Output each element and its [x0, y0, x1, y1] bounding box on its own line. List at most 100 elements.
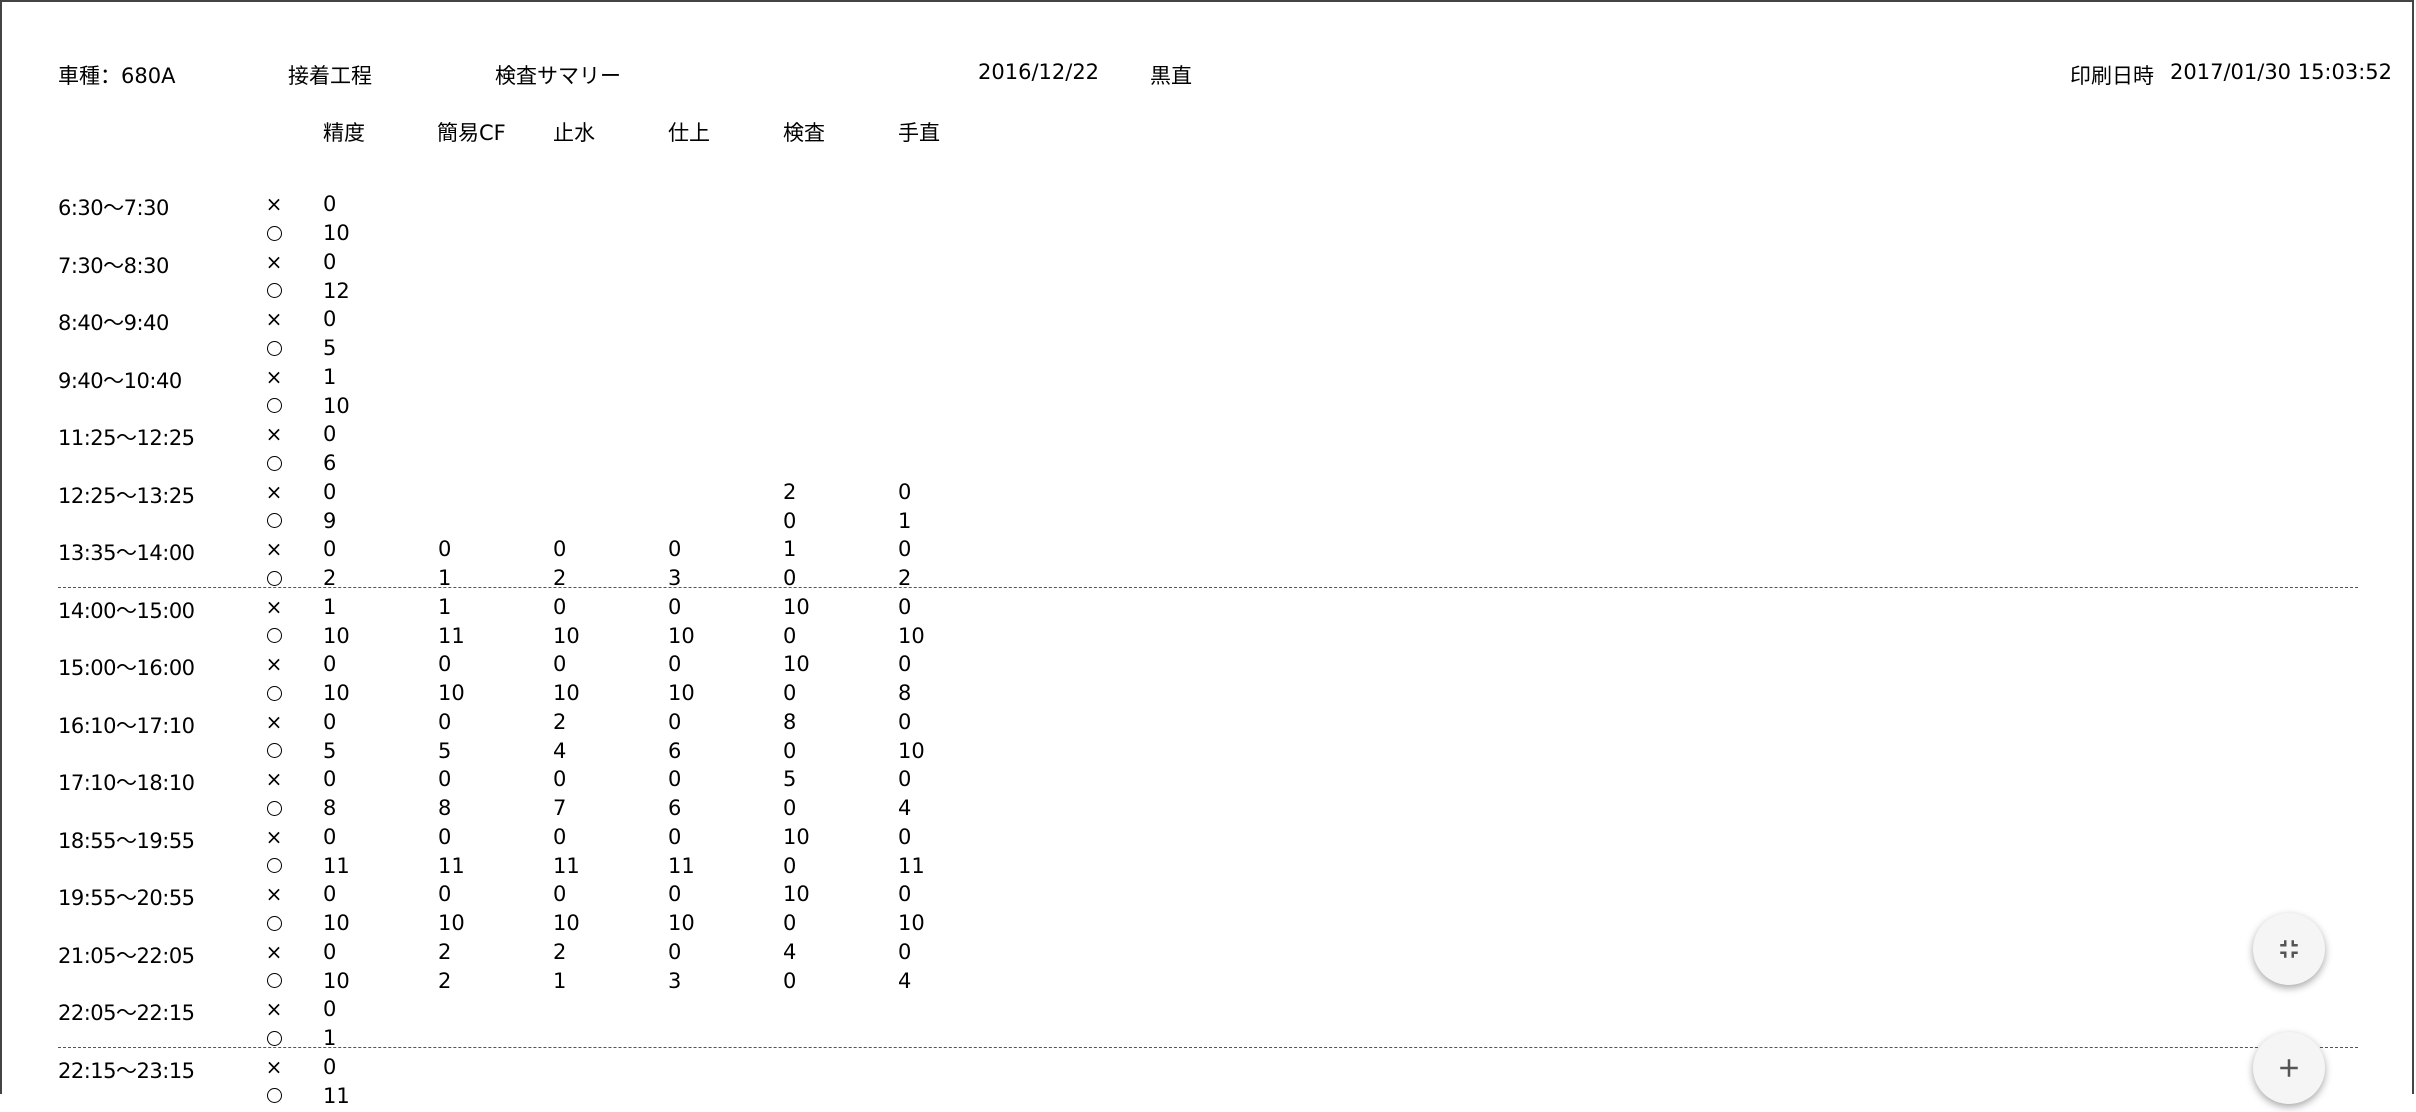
time-slot: 15:00〜16:00	[58, 652, 195, 682]
ng-count-inspection: 2	[783, 480, 796, 504]
ok-count-inspection: 0	[783, 969, 796, 993]
ng-count-rework: 0	[898, 480, 911, 504]
ok-count-rework: 11	[898, 854, 925, 878]
ok-count-precision: 8	[323, 796, 336, 820]
ng-mark: ×	[264, 652, 284, 676]
ok-count-rework: 4	[898, 796, 911, 820]
table-row: 21:05〜22:05×0220401021304	[0, 940, 2416, 998]
ng-count-rework: 0	[898, 537, 911, 561]
ok-count-simple-cf: 8	[438, 796, 451, 820]
table-row: 18:55〜19:55×000010011111111011	[0, 825, 2416, 883]
ng-count-rework: 0	[898, 882, 911, 906]
circle-icon	[267, 1031, 282, 1046]
ok-mark-icon	[264, 739, 284, 763]
time-slot: 13:35〜14:00	[58, 537, 195, 567]
print-label: 印刷日時	[2070, 60, 2154, 90]
ok-mark-icon	[264, 911, 284, 935]
ok-mark-icon	[264, 451, 284, 475]
time-slot: 19:55〜20:55	[58, 882, 195, 912]
table-row: 15:00〜16:00×00001001010101008	[0, 652, 2416, 710]
ok-count-waterproof: 11	[553, 854, 580, 878]
time-slot: 8:40〜9:40	[58, 307, 169, 337]
col-header-finishing: 仕上	[668, 117, 710, 147]
time-slot: 22:05〜22:15	[58, 997, 195, 1027]
ok-mark-icon	[264, 394, 284, 418]
table-row: 14:00〜15:00×110010010111010010	[0, 595, 2416, 653]
ng-count-rework: 0	[898, 940, 911, 964]
ng-mark: ×	[264, 537, 284, 561]
ok-count-finishing: 6	[668, 739, 681, 763]
ok-count-waterproof: 10	[553, 624, 580, 648]
circle-icon	[267, 628, 282, 643]
ng-count-simple-cf: 0	[438, 710, 451, 734]
ok-count-precision: 11	[323, 854, 350, 878]
table-row: 17:10〜18:10×000050887604	[0, 767, 2416, 825]
ng-count-waterproof: 0	[553, 595, 566, 619]
car-model: 車種：680A	[58, 60, 175, 90]
time-slot: 12:25〜13:25	[58, 480, 195, 510]
ng-count-precision: 0	[323, 767, 336, 791]
ng-mark: ×	[264, 480, 284, 504]
ok-mark-icon	[264, 681, 284, 705]
time-slot: 18:55〜19:55	[58, 825, 195, 855]
collapse-icon	[2274, 934, 2304, 964]
time-slot: 9:40〜10:40	[58, 365, 182, 395]
ng-mark: ×	[264, 307, 284, 331]
ok-count-precision: 11	[323, 1084, 350, 1108]
ng-count-precision: 0	[323, 997, 336, 1021]
circle-icon	[267, 686, 282, 701]
ng-count-precision: 1	[323, 365, 336, 389]
circle-icon	[267, 858, 282, 873]
circle-icon	[267, 283, 282, 298]
ng-mark: ×	[264, 1055, 284, 1079]
operator-name: 黒直	[1150, 60, 1192, 90]
ok-count-waterproof: 10	[553, 681, 580, 705]
ng-mark: ×	[264, 250, 284, 274]
ok-count-finishing: 3	[668, 969, 681, 993]
collapse-button[interactable]	[2253, 913, 2325, 985]
ng-mark: ×	[264, 825, 284, 849]
ok-count-rework: 10	[898, 739, 925, 763]
ok-mark-icon	[264, 796, 284, 820]
ng-mark: ×	[264, 997, 284, 1021]
ok-count-inspection: 0	[783, 911, 796, 935]
ng-count-waterproof: 0	[553, 825, 566, 849]
ok-count-precision: 10	[323, 221, 350, 245]
ng-count-simple-cf: 0	[438, 882, 451, 906]
ok-mark-icon	[264, 1084, 284, 1108]
shift-separator	[58, 587, 2358, 588]
ng-count-precision: 0	[323, 825, 336, 849]
ng-count-rework: 0	[898, 652, 911, 676]
ng-count-waterproof: 0	[553, 882, 566, 906]
ok-count-rework: 10	[898, 624, 925, 648]
time-slot: 11:25〜12:25	[58, 422, 195, 452]
ng-count-precision: 0	[323, 250, 336, 274]
ng-count-waterproof: 0	[553, 767, 566, 791]
ng-count-inspection: 4	[783, 940, 796, 964]
ok-count-simple-cf: 5	[438, 739, 451, 763]
ng-count-precision: 0	[323, 480, 336, 504]
ok-count-precision: 10	[323, 681, 350, 705]
ng-count-finishing: 0	[668, 882, 681, 906]
ng-count-waterproof: 0	[553, 537, 566, 561]
ok-count-waterproof: 10	[553, 911, 580, 935]
ok-count-finishing: 6	[668, 796, 681, 820]
ng-count-inspection: 10	[783, 652, 810, 676]
ng-count-precision: 0	[323, 537, 336, 561]
ok-count-precision: 5	[323, 336, 336, 360]
ok-count-precision: 10	[323, 624, 350, 648]
ng-count-finishing: 0	[668, 537, 681, 561]
ng-count-precision: 0	[323, 307, 336, 331]
table-row: 11:25〜12:25×06	[0, 422, 2416, 480]
add-button[interactable]	[2253, 1032, 2325, 1104]
ng-count-finishing: 0	[668, 767, 681, 791]
ng-count-finishing: 0	[668, 595, 681, 619]
circle-icon	[267, 341, 282, 356]
time-slot: 14:00〜15:00	[58, 595, 195, 625]
ok-count-inspection: 0	[783, 681, 796, 705]
ok-count-finishing: 10	[668, 681, 695, 705]
ng-count-inspection: 8	[783, 710, 796, 734]
ng-count-rework: 0	[898, 595, 911, 619]
ng-mark: ×	[264, 940, 284, 964]
table-row: 12:25〜13:25×020901	[0, 480, 2416, 538]
